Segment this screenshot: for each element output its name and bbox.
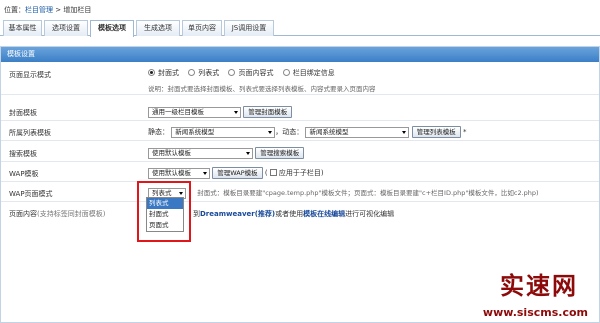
page-mode-hint: 说明：封面式要选择封面模板、列表式要选择列表模板、内容式要录入页面内容 [148, 85, 376, 93]
tab-basic-properties[interactable]: 基本属性 [3, 20, 42, 36]
panel-title: 模板设置 [1, 47, 599, 62]
row-wap-page-mode: WAP页面模式 列表式 封面式：模板目录要建"cpage.temp.php"模板… [1, 185, 599, 202]
row-search-template: 搜索模板 使用默认模板 管理搜索模板 [1, 145, 599, 162]
highlight-annotation-box [137, 181, 191, 242]
watermark-title: 实速网 [500, 272, 578, 300]
chevron-down-icon [234, 110, 238, 114]
manage-wap-template-button[interactable]: 管理WAP模板 [212, 167, 263, 179]
dreamweaver-text: Dreamweaver(推荐) [200, 210, 276, 218]
radio-page-content-label: 页面内容式 [238, 69, 274, 77]
apply-to-subcolumn-checkbox[interactable] [269, 169, 277, 176]
wap-template-label: WAP模板 [9, 170, 39, 178]
radio-cover-icon[interactable] [148, 69, 155, 76]
chevron-down-icon [402, 130, 407, 134]
radio-page-content-icon[interactable] [228, 69, 236, 76]
tab-generate-options[interactable]: 生成选项 [136, 20, 180, 36]
breadcrumb: 位置：栏目管理 > 增加栏目 [4, 4, 91, 16]
radio-option-bind-info[interactable]: 栏目绑定信息 [282, 69, 335, 77]
radio-bind-info-icon[interactable] [282, 69, 290, 76]
static-list-template-value: 新闻系统模型 [175, 127, 215, 136]
search-template-select[interactable]: 使用默认模板 [148, 147, 253, 159]
radio-option-list[interactable]: 列表式 [188, 69, 219, 77]
dynamic-list-template-select[interactable]: 新闻系统模型 [305, 126, 410, 138]
wap-page-mode-hint: 封面式：模板目录要建"cpage.temp.php"模板文件；页面式：模板目录要… [197, 189, 539, 197]
tab-option-settings[interactable]: 选项设置 [44, 20, 88, 36]
apply-to-subcolumn-label: 应用于子栏目) [278, 169, 324, 177]
row-cover-template: 封面模板 通用一级栏目模板 管理封面模板 [1, 104, 599, 121]
required-mark: * [462, 128, 467, 136]
editor-hint-prefix: 到 [193, 210, 200, 218]
apply-subcolumn-prefix: ( [264, 169, 268, 177]
page-content-label: 页面内容(支持标签同封面模板) [9, 209, 105, 219]
tab-bar: 基本属性 选项设置 模板选项 生成选项 单页内容 JS调用设置 [0, 20, 600, 37]
search-template-label: 搜索模板 [9, 150, 37, 158]
dynamic-list-template-value: 新闻系统模型 [309, 127, 349, 136]
search-template-select-value: 使用默认模板 [152, 148, 191, 157]
wap-page-mode-label: WAP页面模式 [9, 190, 53, 198]
page-content-label-note: (支持标签同封面模板) [37, 210, 106, 218]
manage-search-template-button[interactable]: 管理搜索模板 [255, 147, 305, 159]
radio-option-page-content[interactable]: 页面内容式 [228, 69, 273, 77]
cover-template-label: 封面模板 [9, 109, 37, 117]
online-template-edit-link[interactable]: 模板在线编辑 [303, 210, 345, 218]
page-mode-radio-group: 封面式 列表式 页面内容式 栏目绑定信息 [148, 68, 342, 78]
list-template-label: 所属列表模板 [9, 129, 51, 137]
page-mode-label: 页面显示模式 [9, 71, 51, 79]
radio-option-cover[interactable]: 封面式 [148, 69, 179, 77]
breadcrumb-prefix: 位置： [4, 6, 25, 14]
manage-list-template-button[interactable]: 管理列表模板 [411, 126, 461, 138]
page-content-editor-hint: 到Dreamweaver(推荐)或者使用模板在线编辑进行可视化编辑 [193, 209, 394, 219]
cover-template-select[interactable]: 通用一级栏目模板 [148, 106, 241, 118]
watermark-url: www.siscms.com [482, 306, 588, 319]
breadcrumb-link-column-manage[interactable]: 栏目管理 [25, 6, 53, 14]
chevron-down-icon [268, 130, 273, 134]
page-content-label-text: 页面内容 [9, 210, 37, 218]
cover-template-select-value: 通用一级栏目模板 [152, 107, 204, 116]
radio-cover-label: 封面式 [158, 69, 179, 77]
dynamic-label: ，动态： [275, 128, 304, 136]
editor-hint-suffix: 进行可视化编辑 [345, 210, 395, 218]
manage-cover-template-button[interactable]: 管理封面模板 [243, 106, 293, 118]
row-wap-template: WAP模板 使用默认模板 管理WAP模板 ( 应用于子栏目) [1, 165, 599, 182]
radio-list-icon[interactable] [188, 69, 196, 76]
breadcrumb-current: 增加栏目 [63, 6, 92, 14]
radio-bind-info-label: 栏目绑定信息 [292, 69, 335, 77]
tab-js-call-settings[interactable]: JS调用设置 [224, 20, 274, 36]
breadcrumb-separator: > [53, 6, 64, 14]
chevron-down-icon [203, 171, 207, 175]
static-label: 静态： [148, 128, 169, 136]
row-page-mode: 页面显示模式 封面式 列表式 页面内容式 栏目绑定信息 说明：封面式要选择封面模… [1, 63, 599, 95]
tab-template-options[interactable]: 模板选项 [90, 20, 134, 37]
editor-hint-middle: 或者使用 [275, 210, 304, 218]
wap-template-select-value: 使用默认模板 [152, 168, 191, 177]
wap-template-select[interactable]: 使用默认模板 [148, 167, 210, 179]
tab-single-page-content[interactable]: 单页内容 [182, 20, 222, 36]
static-list-template-select[interactable]: 新闻系统模型 [171, 126, 276, 138]
row-list-template: 所属列表模板 静态： 新闻系统模型 ，动态： 新闻系统模型 管理列表模板 * [1, 124, 599, 141]
radio-list-label: 列表式 [198, 69, 220, 77]
chevron-down-icon [246, 151, 250, 155]
